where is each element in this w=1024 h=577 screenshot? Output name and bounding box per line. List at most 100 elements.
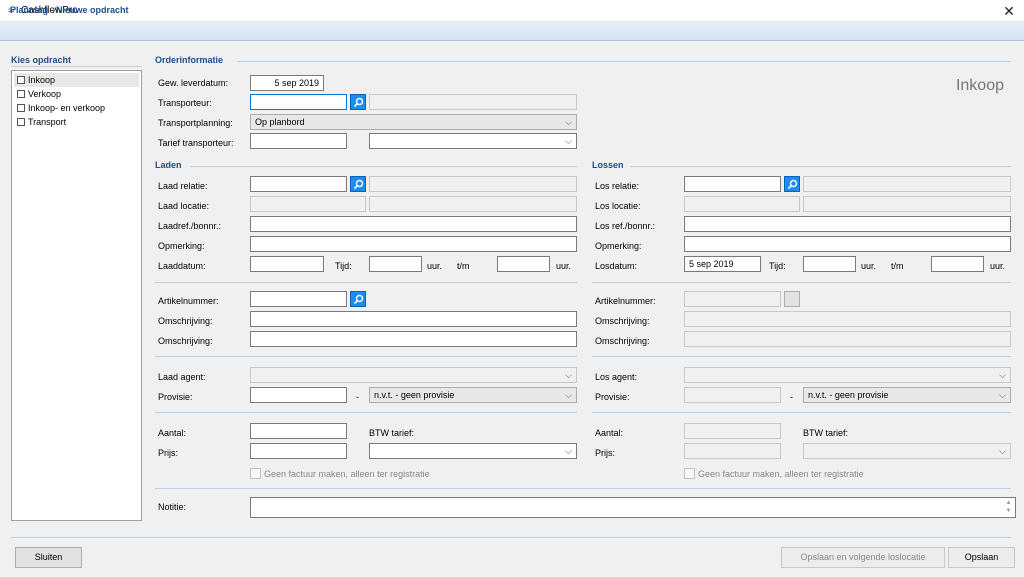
omschrijving1-field-left[interactable] — [250, 311, 577, 327]
laad-locatie-label: Laad locatie: — [158, 201, 210, 211]
btw-label-left: BTW tarief: — [369, 428, 415, 438]
chevron-down-icon: ⌵ — [999, 390, 1006, 400]
save-next-button[interactable]: Opslaan en volgende loslocatie — [781, 547, 945, 568]
artikel-lookup-button-right[interactable] — [784, 291, 800, 307]
los-tijd-to-field[interactable] — [931, 256, 984, 272]
laad-opmerking-field[interactable] — [250, 236, 577, 252]
tarief-select[interactable]: ⌵ — [369, 133, 577, 149]
los-tm-label: t/m — [891, 261, 904, 271]
order-type-item-inkoop-verkoop[interactable]: Inkoop- en verkoop — [14, 101, 139, 115]
los-agent-select[interactable]: ⌵ — [684, 367, 1011, 383]
order-type-item-transport[interactable]: Transport — [14, 115, 139, 129]
artikelnummer-field-left[interactable] — [250, 291, 347, 307]
artikel-search-button-left[interactable] — [350, 291, 366, 307]
chevron-down-icon: ⌵ — [999, 446, 1006, 456]
losref-field[interactable] — [684, 216, 1011, 232]
artikelnummer-label-right: Artikelnummer: — [595, 296, 656, 306]
los-locatie-name-field — [803, 196, 1011, 212]
laad-tijd-label: Tijd: — [335, 261, 352, 271]
provisie-label-right: Provisie: — [595, 392, 630, 402]
btw-select-left[interactable]: ⌵ — [369, 443, 577, 459]
los-tijd-from-field[interactable] — [803, 256, 856, 272]
divider-left-2 — [155, 356, 577, 357]
provisie-select-left[interactable]: n.v.t. - geen provisie ⌵ — [369, 387, 577, 403]
checkbox-icon — [17, 118, 25, 126]
order-type-list[interactable]: Inkoop Verkoop Inkoop- en verkoop Transp… — [11, 70, 142, 521]
prijs-label-left: Prijs: — [158, 448, 178, 458]
close-window-button[interactable]: ✕ — [996, 1, 1022, 21]
provisie-select-value: n.v.t. - geen provisie — [808, 390, 889, 400]
provisie-dash-left: - — [356, 392, 359, 402]
aantal-field-left[interactable] — [250, 423, 347, 439]
search-icon — [353, 179, 364, 190]
provisie-select-right[interactable]: n.v.t. - geen provisie ⌵ — [803, 387, 1011, 403]
los-relatie-field[interactable] — [684, 176, 781, 192]
divider-right-1 — [592, 282, 1011, 283]
save-button[interactable]: Opslaan — [948, 547, 1015, 568]
omschrijving2-field-right — [684, 331, 1011, 347]
los-relatie-label: Los relatie: — [595, 181, 640, 191]
prijs-field-right — [684, 443, 781, 459]
transporteur-label: Transporteur: — [158, 98, 212, 108]
transporteur-search-button[interactable] — [350, 94, 366, 110]
laad-relatie-name-field — [369, 176, 577, 192]
lossen-divider — [630, 166, 1011, 167]
window-titlebar — [0, 0, 1024, 22]
provisie-select-value: n.v.t. - geen provisie — [374, 390, 455, 400]
lossen-title: Lossen — [592, 160, 624, 170]
sidebar-divider — [11, 66, 142, 67]
transportplanning-select[interactable]: Op planbord ⌵ — [250, 114, 577, 130]
transportplanning-value: Op planbord — [255, 117, 305, 127]
laad-tijd-to-field[interactable] — [497, 256, 550, 272]
leverdatum-field[interactable]: 5 sep 2019 — [250, 75, 324, 91]
chevron-down-icon: ⌵ — [565, 370, 572, 380]
omschrijving2-field-left[interactable] — [250, 331, 577, 347]
laad-relatie-label: Laad relatie: — [158, 181, 208, 191]
provisie-dash-right: - — [790, 392, 793, 402]
prijs-field-left[interactable] — [250, 443, 347, 459]
scroll-arrows-icon[interactable]: ▲ ▼ — [1003, 499, 1014, 516]
geen-factuur-checkbox-left[interactable] — [250, 468, 261, 479]
search-icon — [353, 97, 364, 108]
aantal-label-right: Aantal: — [595, 428, 624, 438]
provisie-field-left[interactable] — [250, 387, 347, 403]
geen-factuur-checkbox-right[interactable] — [684, 468, 695, 479]
los-relatie-search-button[interactable] — [784, 176, 800, 192]
laad-agent-select[interactable]: ⌵ — [250, 367, 577, 383]
dialog-title: Planning - Nieuwe opdracht — [10, 5, 129, 15]
geen-factuur-label-right: Geen factuur maken, alleen ter registrat… — [698, 469, 864, 479]
artikelnummer-label-left: Artikelnummer: — [158, 296, 219, 306]
search-icon — [353, 294, 364, 305]
provisie-field-right — [684, 387, 781, 403]
omschrijving1-label-right: Omschrijving: — [595, 316, 650, 326]
laadref-field[interactable] — [250, 216, 577, 232]
order-type-item-inkoop[interactable]: Inkoop — [14, 73, 139, 87]
losdatum-field[interactable]: 5 sep 2019 — [684, 256, 761, 272]
divider-right-3 — [592, 412, 1011, 413]
geen-factuur-label-left: Geen factuur maken, alleen ter registrat… — [264, 469, 430, 479]
laad-relatie-search-button[interactable] — [350, 176, 366, 192]
laad-agent-label: Laad agent: — [158, 372, 206, 382]
tarief-field[interactable] — [250, 133, 347, 149]
laad-relatie-field[interactable] — [250, 176, 347, 192]
los-opmerking-label: Opmerking: — [595, 241, 642, 251]
aantal-label-left: Aantal: — [158, 428, 187, 438]
los-relatie-name-field — [803, 176, 1011, 192]
notitie-field[interactable]: ▲ ▼ — [250, 497, 1016, 518]
checkbox-icon — [17, 76, 25, 84]
laad-locatie-field — [250, 196, 366, 212]
laden-title: Laden — [155, 160, 182, 170]
close-button[interactable]: Sluiten — [15, 547, 82, 568]
laaddatum-field[interactable] — [250, 256, 324, 272]
btw-label-right: BTW tarief: — [803, 428, 849, 438]
los-agent-label: Los agent: — [595, 372, 638, 382]
laad-uur-label-2: uur. — [556, 261, 572, 271]
btw-select-right[interactable]: ⌵ — [803, 443, 1011, 459]
notitie-label: Notitie: — [158, 502, 187, 512]
divider-notes — [155, 488, 1011, 489]
transporteur-field[interactable] — [250, 94, 347, 110]
los-opmerking-field[interactable] — [684, 236, 1011, 252]
order-type-item-verkoop[interactable]: Verkoop — [14, 87, 139, 101]
omschrijving1-field-right — [684, 311, 1011, 327]
laad-tijd-from-field[interactable] — [369, 256, 422, 272]
